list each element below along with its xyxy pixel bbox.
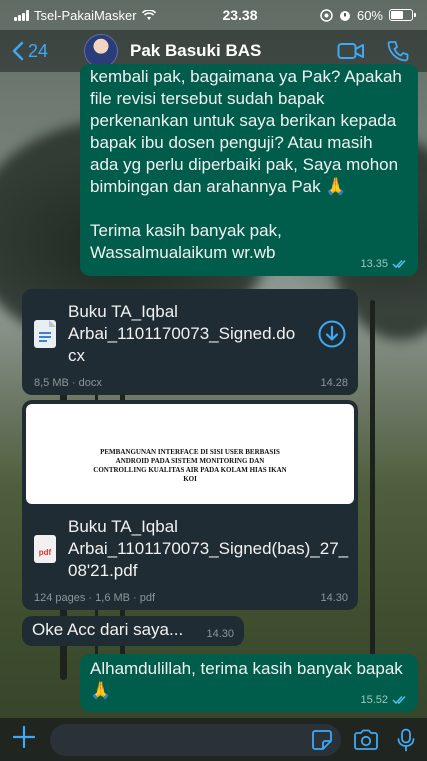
status-bar: Tsel-PakaiMasker 23.38 60% [0,0,427,30]
message-line: file revisi tersebut sudah bapak [90,89,325,108]
message-line [90,198,406,220]
document-name: Buku TA_Iqbal Arbai_1101170073_Signed(bas… [68,516,348,582]
back-button[interactable]: 24 [12,41,72,62]
message-input[interactable] [50,723,341,756]
read-receipt-icon [392,259,406,269]
message-time: 14.30 [320,592,348,604]
document-info: 8,5 MB · docx [34,377,102,389]
download-icon[interactable] [318,320,346,348]
status-time: 23.38 [222,7,258,23]
message-line: bimbingan dan arahannya Pak 🙏 [90,177,347,196]
phone-icon[interactable] [387,40,409,62]
document-name-line: Arbai_1101170073_Signed.do [68,324,296,343]
battery-percent: 60% [356,7,383,23]
document-name-line: cx [68,346,85,365]
avatar[interactable] [84,34,118,68]
chevron-left-icon [12,41,24,61]
alarm-icon [339,10,350,21]
pdf-preview-line: ANDROID PADA SISTEM MONITORING DAN [115,457,265,465]
compose-bar [0,718,427,761]
camera-icon[interactable] [353,729,379,751]
wifi-icon [141,9,156,20]
microphone-icon[interactable] [397,728,415,752]
pdf-preview-line: KOI [183,475,197,483]
document-info: 124 pages · 1,6 MB · pdf [34,592,156,604]
message-incoming[interactable]: Oke Acc dari saya... 14.30 [22,616,244,646]
pdf-file-icon: pdf [34,535,56,563]
pdf-preview-title: PEMBANGUNAN INTERFACE DI SISI USER BERBA… [26,448,354,484]
document-name-line: Buku TA_Iqbal [68,517,178,536]
message-line: Terima kasih banyak pak, [90,221,282,240]
message-line: kembali pak, bagaimana ya Pak? Apakah [90,67,402,86]
document-name-line: Arbai_1101170073_Signed(bas)_27_ [68,539,349,558]
message-meta: 15.52 [360,694,408,706]
pdf-preview-line: PEMBANGUNAN INTERFACE DI SISI USER BERBA… [100,448,280,456]
message-line: Alhamdulillah, terima kasih banyak bapak [90,659,403,678]
unread-count: 24 [28,40,49,61]
document-icon [34,320,56,348]
contact-name[interactable]: Pak Basuki BAS [130,41,337,61]
message-time: 14.30 [206,628,234,640]
message-document[interactable]: Buku TA_Iqbal Arbai_1101170073_Signed.doc… [22,289,358,395]
message-outgoing[interactable]: kembali pak, bagaimana ya Pak? Apakah fil… [80,64,418,276]
message-meta: 14.28 [320,377,348,389]
video-camera-icon[interactable] [337,42,365,60]
pdf-preview[interactable]: PEMBANGUNAN INTERFACE DI SISI USER BERBA… [26,404,354,504]
message-pdf[interactable]: PEMBANGUNAN INTERFACE DI SISI USER BERBA… [22,400,358,610]
message-outgoing[interactable]: Alhamdulillah, terima kasih banyak bapak… [80,654,418,712]
message-line: perkenankan untuk saya berikan kepada [90,111,397,130]
battery-icon [389,9,416,21]
pdf-preview-line: CONTROLLING KUALITAS AIR PADA KOLAM HIAS… [93,466,287,474]
message-line: ada yg perlu diperbaiki pak, Saya mohon [90,155,399,174]
document-name: Buku TA_Iqbal Arbai_1101170073_Signed.doc… [68,301,312,367]
message-text: kembali pak, bagaimana ya Pak? Apakah fil… [90,66,406,264]
carrier-name: Tsel-PakaiMasker [34,7,137,23]
message-time: 15.52 [360,694,388,706]
read-receipt-icon [392,695,406,705]
message-time: 14.28 [320,377,348,389]
message-text: Oke Acc dari saya... [32,620,184,639]
sticker-icon[interactable] [311,729,333,751]
message-meta: 14.30 [206,628,234,640]
location-lock-icon [320,8,333,22]
pdf-icon-label: pdf [38,548,52,557]
plus-icon[interactable] [12,725,38,755]
message-meta: 14.30 [320,592,348,604]
signal-icon [14,9,29,21]
document-name-line: 08'21.pdf [68,561,138,580]
document-name-line: Buku TA_Iqbal [68,302,178,321]
message-meta: 13.35 [360,258,408,270]
message-line: bapak ibu dosen penguji? Atau masih [90,133,373,152]
message-time: 13.35 [360,258,388,270]
message-line: Wassalmualaikum wr.wb [90,243,276,262]
